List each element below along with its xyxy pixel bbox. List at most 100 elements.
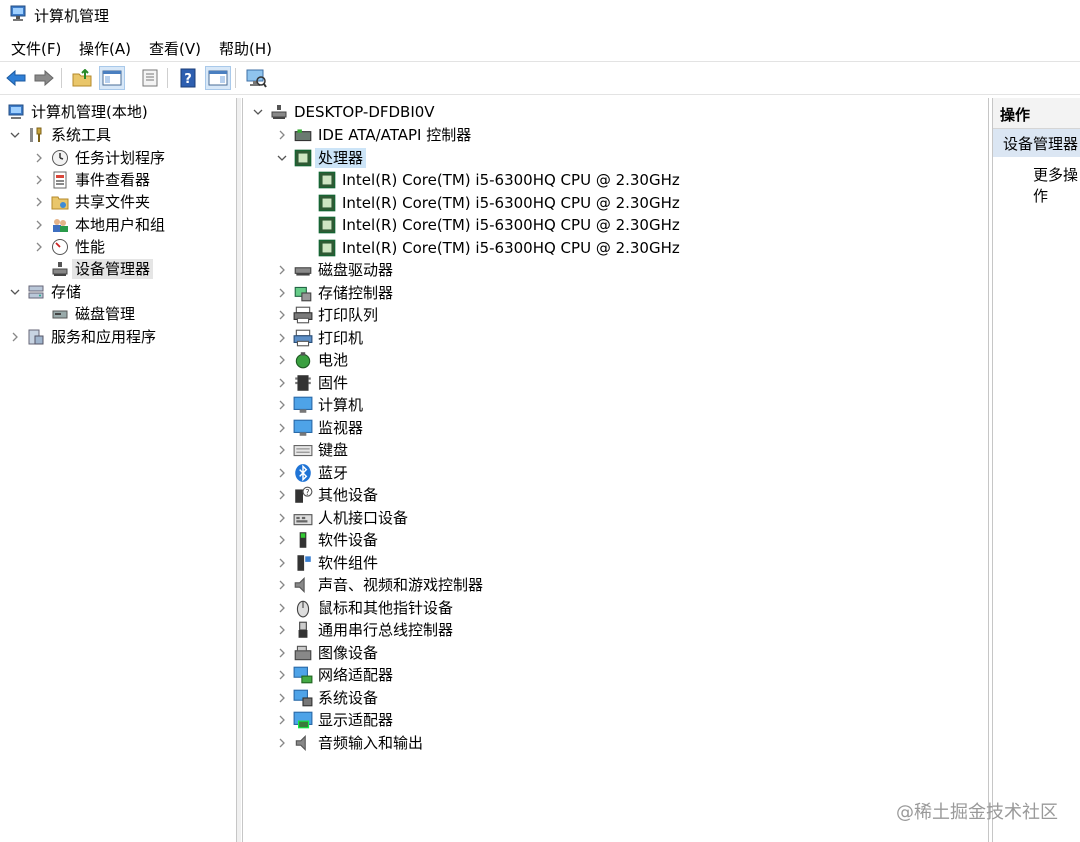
sound-icon (293, 575, 313, 595)
chevron-right-icon[interactable] (275, 376, 289, 390)
show-hide-tree-button[interactable] (99, 66, 125, 90)
chevron-right-icon[interactable] (275, 713, 289, 727)
device-item[interactable]: Intel(R) Core(TM) i5-6300HQ CPU @ 2.30GH… (317, 192, 680, 214)
chevron-right-icon[interactable] (32, 195, 46, 209)
chevron-down-icon[interactable] (251, 105, 265, 119)
chevron-right-icon[interactable] (275, 691, 289, 705)
chevron-right-icon[interactable] (275, 533, 289, 547)
device-category-label: 键盘 (318, 441, 349, 459)
device-category[interactable]: 图像设备 (275, 642, 378, 664)
chevron-right-icon[interactable] (275, 128, 289, 142)
menu-file[interactable]: 文件(F) (11, 38, 61, 59)
device-category[interactable]: 监视器 (275, 417, 363, 439)
chevron-right-icon[interactable] (275, 398, 289, 412)
device-category[interactable]: 存储控制器 (275, 282, 393, 304)
show-action-pane-button[interactable] (205, 66, 231, 90)
back-button[interactable] (3, 66, 29, 90)
device-category[interactable]: 声音、视频和游戏控制器 (275, 574, 483, 596)
device-category[interactable]: 网络适配器 (275, 664, 393, 686)
device-item[interactable]: Intel(R) Core(TM) i5-6300HQ CPU @ 2.30GH… (317, 169, 680, 191)
device-category[interactable]: 计算机 (275, 394, 363, 416)
menu-help[interactable]: 帮助(H) (219, 38, 272, 59)
menu-view[interactable]: 查看(V) (149, 38, 201, 59)
more-actions-link[interactable]: 更多操作 (1033, 164, 1080, 206)
actions-device-manager[interactable]: 设备管理器 (993, 129, 1080, 157)
chevron-right-icon[interactable] (275, 443, 289, 457)
keyboard-icon (293, 440, 313, 460)
toolbar: ? (0, 61, 1080, 95)
chevron-right-icon[interactable] (8, 330, 22, 344)
device-category[interactable]: 软件组件 (275, 552, 378, 574)
device-category-label: 监视器 (318, 419, 364, 437)
chevron-down-icon[interactable] (8, 285, 22, 299)
scan-hardware-button[interactable] (243, 66, 269, 90)
device-category[interactable]: 软件设备 (275, 529, 378, 551)
shared-folder-icon (50, 192, 70, 212)
chevron-right-icon[interactable] (32, 240, 46, 254)
device-category-label: 鼠标和其他指针设备 (318, 599, 454, 617)
tree-item-disk-management[interactable]: 磁盘管理 (50, 303, 135, 325)
device-category[interactable]: 显示适配器 (275, 709, 393, 731)
tree-item-storage[interactable]: 存储 (8, 281, 81, 303)
chevron-right-icon[interactable] (275, 286, 289, 300)
device-category[interactable]: 键盘 (275, 439, 348, 461)
chevron-right-icon[interactable] (275, 263, 289, 277)
device-category[interactable]: 电池 (275, 349, 348, 371)
tree-item-local-users[interactable]: 本地用户和组 (32, 214, 165, 236)
device-category[interactable]: 处理器 (275, 147, 367, 169)
menu-action[interactable]: 操作(A) (79, 38, 131, 59)
storage-icon (26, 282, 46, 302)
tree-item-computer-management[interactable]: 计算机管理(本地) (6, 101, 148, 123)
pane-splitter[interactable] (237, 98, 241, 842)
chevron-right-icon[interactable] (32, 218, 46, 232)
device-category[interactable]: 固件 (275, 372, 348, 394)
chevron-right-icon[interactable] (32, 151, 46, 165)
properties-button[interactable] (137, 66, 163, 90)
help-button[interactable]: ? (175, 66, 201, 90)
chevron-right-icon[interactable] (32, 173, 46, 187)
device-category[interactable]: 鼠标和其他指针设备 (275, 597, 453, 619)
device-category[interactable]: 蓝牙 (275, 462, 348, 484)
chevron-right-icon[interactable] (275, 466, 289, 480)
chevron-right-icon[interactable] (275, 736, 289, 750)
device-category[interactable]: 系统设备 (275, 687, 378, 709)
device-category[interactable]: 磁盘驱动器 (275, 259, 393, 281)
device-category[interactable]: IDE ATA/ATAPI 控制器 (275, 124, 471, 146)
chevron-right-icon[interactable] (275, 668, 289, 682)
device-category[interactable]: 打印队列 (275, 304, 378, 326)
tree-item-event-viewer[interactable]: 事件查看器 (32, 169, 150, 191)
chevron-right-icon[interactable] (275, 623, 289, 637)
chevron-right-icon[interactable] (275, 308, 289, 322)
chevron-down-icon[interactable] (8, 128, 22, 142)
computer-management-icon (6, 102, 26, 122)
device-item[interactable]: Intel(R) Core(TM) i5-6300HQ CPU @ 2.30GH… (317, 237, 680, 259)
tree-item-performance[interactable]: 性能 (32, 236, 105, 258)
chevron-right-icon[interactable] (275, 578, 289, 592)
chevron-right-icon[interactable] (275, 331, 289, 345)
tree-item-device-manager[interactable]: 设备管理器 (50, 258, 154, 280)
chevron-right-icon[interactable] (275, 353, 289, 367)
device-tree-root[interactable]: DESKTOP-DFDBI0V (251, 101, 435, 123)
chevron-right-icon[interactable] (275, 646, 289, 660)
tree-item-shared-folders[interactable]: 共享文件夹 (32, 191, 150, 213)
device-item-label: Intel(R) Core(TM) i5-6300HQ CPU @ 2.30GH… (342, 194, 680, 212)
tree-item-task-scheduler[interactable]: 任务计划程序 (32, 147, 165, 169)
chevron-down-icon[interactable] (275, 151, 289, 165)
device-category[interactable]: 通用串行总线控制器 (275, 619, 453, 641)
chevron-right-icon[interactable] (275, 556, 289, 570)
tree-item-services-apps[interactable]: 服务和应用程序 (8, 326, 156, 348)
device-category[interactable]: ? 其他设备 (275, 484, 378, 506)
device-category-label: 存储控制器 (318, 284, 394, 302)
device-category[interactable]: 音频输入和输出 (275, 732, 423, 754)
chevron-right-icon[interactable] (275, 421, 289, 435)
chevron-right-icon[interactable] (275, 488, 289, 502)
chevron-right-icon[interactable] (275, 511, 289, 525)
tree-item-system-tools[interactable]: 系统工具 (8, 124, 111, 146)
chevron-right-icon[interactable] (275, 601, 289, 615)
forward-button[interactable] (31, 66, 57, 90)
device-item[interactable]: Intel(R) Core(TM) i5-6300HQ CPU @ 2.30GH… (317, 214, 680, 236)
device-category[interactable]: 打印机 (275, 327, 363, 349)
processor-icon (293, 148, 313, 168)
device-category[interactable]: 人机接口设备 (275, 507, 408, 529)
up-one-level-button[interactable] (69, 66, 95, 90)
